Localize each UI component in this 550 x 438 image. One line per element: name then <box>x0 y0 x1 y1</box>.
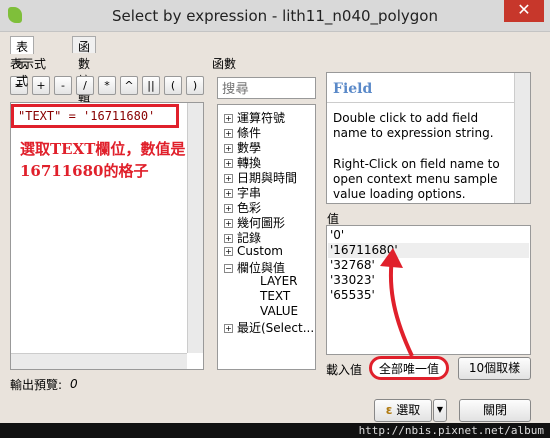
watermark-bar: http://nbis.pixnet.net/album <box>0 423 550 438</box>
arrow-shaft <box>388 257 414 357</box>
dialog-window: Select by expression - lith11_n040_polyg… <box>0 0 550 438</box>
tab-expression[interactable]: 表示式 <box>10 36 35 88</box>
arrow-head <box>380 248 403 268</box>
annotation-arrow <box>380 248 414 357</box>
